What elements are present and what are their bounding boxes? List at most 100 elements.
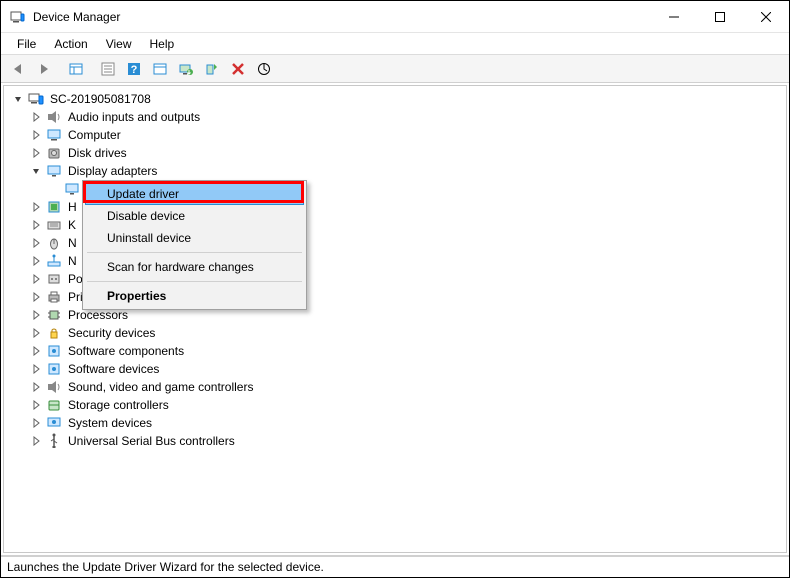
expander-icon[interactable] [30,399,42,411]
expander-icon[interactable] [30,201,42,213]
expander-icon[interactable] [30,129,42,141]
expander-icon[interactable] [30,273,42,285]
menu-file[interactable]: File [9,35,44,53]
cpu-icon [46,307,62,323]
toolbar-enable-button[interactable] [200,58,224,80]
expander-icon[interactable] [30,363,42,375]
content-area: SC-201905081708 Audio inputs and outputs C… [3,85,787,553]
tree-node[interactable]: Sound, video and game controllers [30,378,786,396]
tree-node[interactable]: Display adapters [30,162,786,180]
expander-placeholder [48,183,60,195]
maximize-button[interactable] [697,1,743,32]
context-menu-separator [87,281,302,282]
context-menu-item[interactable]: Disable device [85,205,304,227]
storage-icon [46,397,62,413]
expander-icon[interactable] [30,147,42,159]
display-icon [46,163,62,179]
menu-help[interactable]: Help [142,35,183,53]
tree-node[interactable]: Audio inputs and outputs [30,108,786,126]
context-menu-item[interactable]: Properties [85,285,304,307]
toolbar-show-hidden-button[interactable] [64,58,88,80]
expander-icon[interactable] [30,435,42,447]
mouse-icon [46,235,62,251]
tree-node[interactable]: Disk drives [30,144,786,162]
printer-icon [46,289,62,305]
minimize-button[interactable] [651,1,697,32]
tree-node[interactable]: Storage controllers [30,396,786,414]
tree-node-label: Audio inputs and outputs [66,109,202,125]
tree-node-label: Display adapters [66,163,159,179]
context-menu-separator [87,252,302,253]
expander-icon[interactable] [30,255,42,267]
expander-icon[interactable] [30,291,42,303]
system-icon [46,415,62,431]
tree-node-label: H [66,199,79,215]
security-icon [46,325,62,341]
menu-view[interactable]: View [98,35,140,53]
tree-node[interactable]: Software devices [30,360,786,378]
context-menu-item[interactable]: Scan for hardware changes [85,256,304,278]
tree-node[interactable]: Security devices [30,324,786,342]
tree-node-label: Storage controllers [66,397,171,413]
tree-node[interactable]: Software components [30,342,786,360]
keyboard-icon [46,217,62,233]
statusbar: Launches the Update Driver Wizard for th… [1,555,789,577]
tree-node-label: N [66,253,79,269]
speaker-icon [46,109,62,125]
status-text: Launches the Update Driver Wizard for th… [7,560,324,574]
close-button[interactable] [743,1,789,32]
usb-icon [46,433,62,449]
computer-root-icon [28,91,44,107]
expander-icon[interactable] [30,165,42,177]
device-tree[interactable]: SC-201905081708 Audio inputs and outputs C… [4,86,786,552]
toolbar-separator [57,58,63,80]
speaker-icon [46,379,62,395]
tree-node[interactable]: Computer [30,126,786,144]
svg-text:?: ? [131,64,138,76]
toolbar-help-button[interactable]: ? [122,58,146,80]
tree-node-label: System devices [66,415,154,431]
expander-icon[interactable] [30,111,42,123]
tree-root[interactable]: SC-201905081708 [12,90,786,108]
expander-icon[interactable] [30,417,42,429]
toolbar-separator [89,58,95,80]
toolbar-properties-button[interactable] [96,58,120,80]
tree-node-label: Software devices [66,361,161,377]
tree-root-label: SC-201905081708 [48,91,153,107]
context-menu-item[interactable]: Uninstall device [85,227,304,249]
app-icon [9,9,25,25]
expander-icon[interactable] [30,327,42,339]
expander-icon[interactable] [30,237,42,249]
toolbar: ? [1,55,789,83]
tree-node[interactable]: System devices [30,414,786,432]
toolbar-uninstall-button[interactable] [226,58,250,80]
toolbar-prop-sheet-button[interactable] [148,58,172,80]
context-menu: Update driverDisable deviceUninstall dev… [82,180,307,310]
window-title: Device Manager [33,10,651,24]
tree-node-label: N [66,235,79,251]
display-icon [64,181,80,197]
toolbar-scan-button[interactable] [252,58,276,80]
tree-node[interactable]: Universal Serial Bus controllers [30,432,786,450]
network-icon [46,253,62,269]
expander-icon[interactable] [30,309,42,321]
expander-icon[interactable] [12,93,24,105]
tree-node-label: Computer [66,127,123,143]
software-icon [46,361,62,377]
software-icon [46,343,62,359]
context-menu-item[interactable]: Update driver [85,183,304,205]
port-icon [46,271,62,287]
tree-node-label: Sound, video and game controllers [66,379,255,395]
expander-icon[interactable] [30,219,42,231]
expander-icon[interactable] [30,345,42,357]
tree-node-label: Security devices [66,325,157,341]
menubar: File Action View Help [1,33,789,55]
chip-icon [46,199,62,215]
toolbar-back-button[interactable] [6,58,30,80]
expander-icon[interactable] [30,381,42,393]
computer-icon [46,127,62,143]
toolbar-update-button[interactable] [174,58,198,80]
tree-node-label: Software components [66,343,186,359]
toolbar-forward-button[interactable] [32,58,56,80]
menu-action[interactable]: Action [46,35,95,53]
